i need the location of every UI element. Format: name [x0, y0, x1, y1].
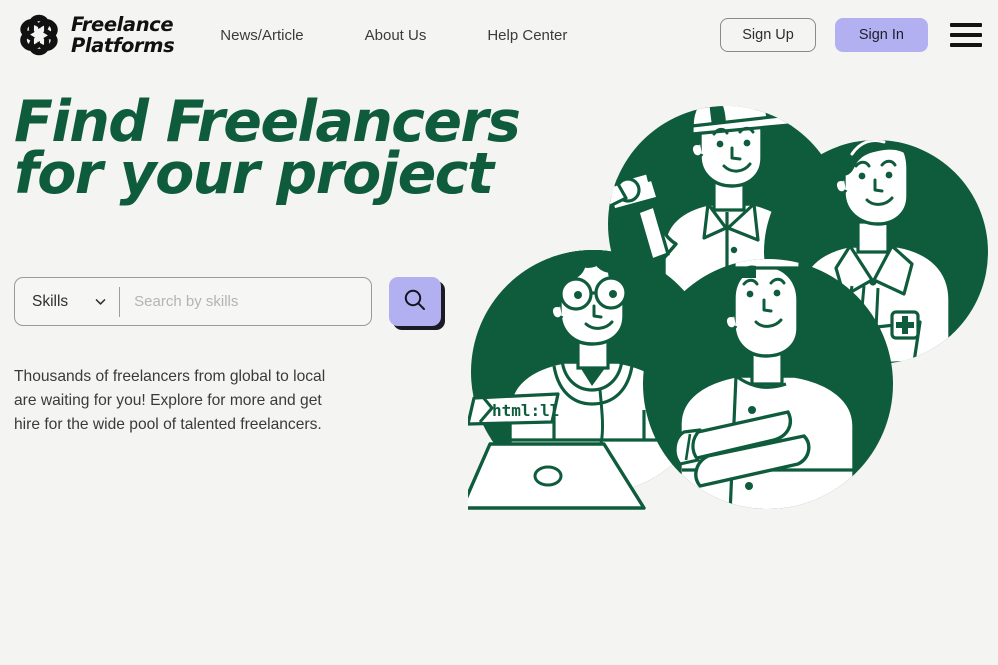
hero-description: Thousands of freelancers from global to …: [14, 368, 326, 433]
brand-name: Freelance Platforms: [71, 13, 175, 57]
swirl-flower-logo-icon: [16, 12, 62, 58]
hamburger-bar: [950, 33, 982, 37]
magnifying-glass-icon: [402, 287, 428, 316]
chevron-down-icon: [94, 295, 107, 308]
search-input[interactable]: [120, 278, 371, 325]
brand-logo[interactable]: Freelance Platforms: [16, 12, 175, 58]
search-field-group: Skills: [14, 277, 372, 326]
sign-in-button[interactable]: Sign In: [834, 18, 928, 52]
page-root: Freelance Platforms News/Article About U…: [0, 0, 998, 665]
sign-up-button[interactable]: Sign Up: [720, 18, 816, 52]
skills-category-label: Skills: [32, 292, 69, 310]
search-bar: Skills: [14, 277, 445, 330]
hero-illustration: html:ll: [468, 72, 998, 512]
search-submit-wrapper: [389, 277, 445, 330]
header-actions: Sign Up Sign In: [720, 0, 982, 70]
hamburger-bar: [950, 23, 982, 27]
hamburger-bar: [950, 43, 982, 47]
code-tag-text: html:ll: [492, 401, 559, 420]
skills-category-select[interactable]: Skills: [15, 278, 119, 325]
nav-link-help-center[interactable]: Help Center: [487, 21, 567, 50]
main-nav: News/Article About Us Help Center: [220, 21, 567, 50]
nav-link-news-article[interactable]: News/Article: [220, 21, 303, 50]
hamburger-menu-icon[interactable]: [950, 23, 982, 47]
search-submit-button[interactable]: [389, 277, 441, 326]
nav-link-about-us[interactable]: About Us: [365, 21, 427, 50]
illustration-code-tag: html:ll: [468, 392, 560, 426]
site-header: Freelance Platforms News/Article About U…: [0, 0, 998, 70]
